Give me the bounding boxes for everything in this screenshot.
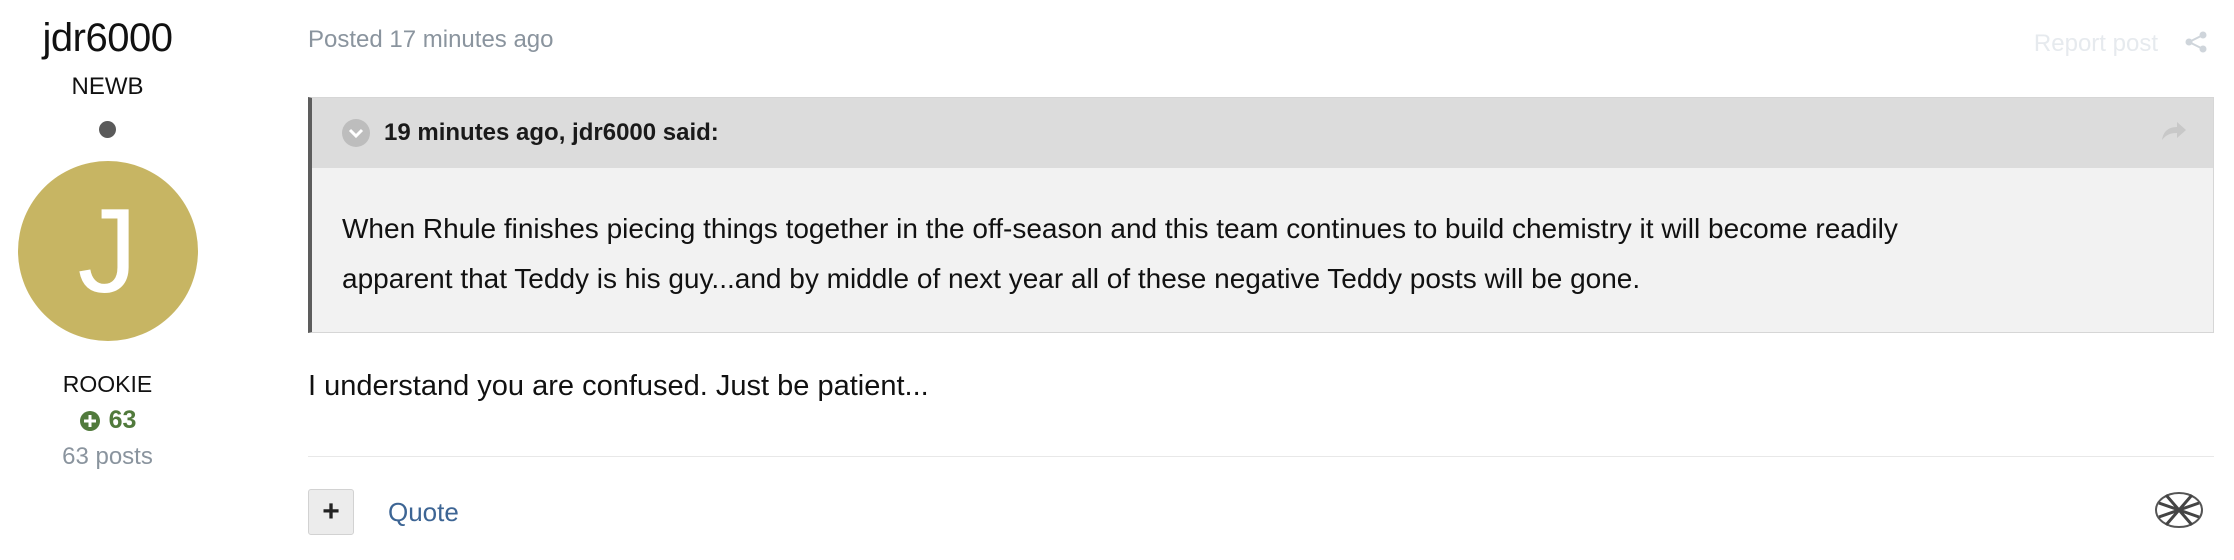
author-name[interactable]: jdr6000	[43, 16, 173, 61]
divider	[308, 456, 2214, 457]
quote-text-line: apparent that Teddy is his guy...and by …	[342, 263, 1641, 294]
share-icon[interactable]	[2184, 30, 2208, 54]
post-actions: + Quote	[308, 489, 459, 535]
post-body: I understand you are confused. Just be p…	[308, 370, 929, 402]
post-timestamp[interactable]: Posted 17 minutes ago	[308, 26, 554, 54]
author-rank: ROOKIE	[62, 371, 153, 397]
report-post-link[interactable]: Report post	[2034, 30, 2158, 58]
reputation-count: 63	[108, 406, 137, 434]
collapse-toggle-icon[interactable]	[342, 119, 370, 147]
quote-text-line: When Rhule finishes piecing things toget…	[342, 213, 1898, 244]
quote-button[interactable]: Quote	[388, 497, 459, 528]
go-to-quote-icon[interactable]	[2161, 120, 2187, 142]
avatar[interactable]: J	[17, 161, 198, 341]
quote-citation: 19 minutes ago, jdr6000 said:	[384, 119, 719, 146]
reputation-badge: 63	[79, 406, 137, 435]
quote-text: When Rhule finishes piecing things toget…	[312, 168, 2213, 304]
quote-block: 19 minutes ago, jdr6000 said: When Rhule…	[308, 97, 2214, 333]
avatar-letter: J	[77, 184, 138, 318]
multiquote-button[interactable]: +	[308, 489, 354, 535]
quote-header: 19 minutes ago, jdr6000 said:	[312, 98, 2213, 168]
post-count: 63 posts	[62, 443, 153, 470]
online-status-icon	[99, 121, 116, 138]
plus-circle-icon	[79, 410, 100, 431]
chevron-down-icon	[348, 128, 364, 138]
author-title: NEWB	[71, 73, 144, 100]
author-panel: jdr6000 NEWB J ROOKIE 63 63 posts	[0, 0, 215, 471]
reaction-icon[interactable]	[2154, 491, 2204, 529]
